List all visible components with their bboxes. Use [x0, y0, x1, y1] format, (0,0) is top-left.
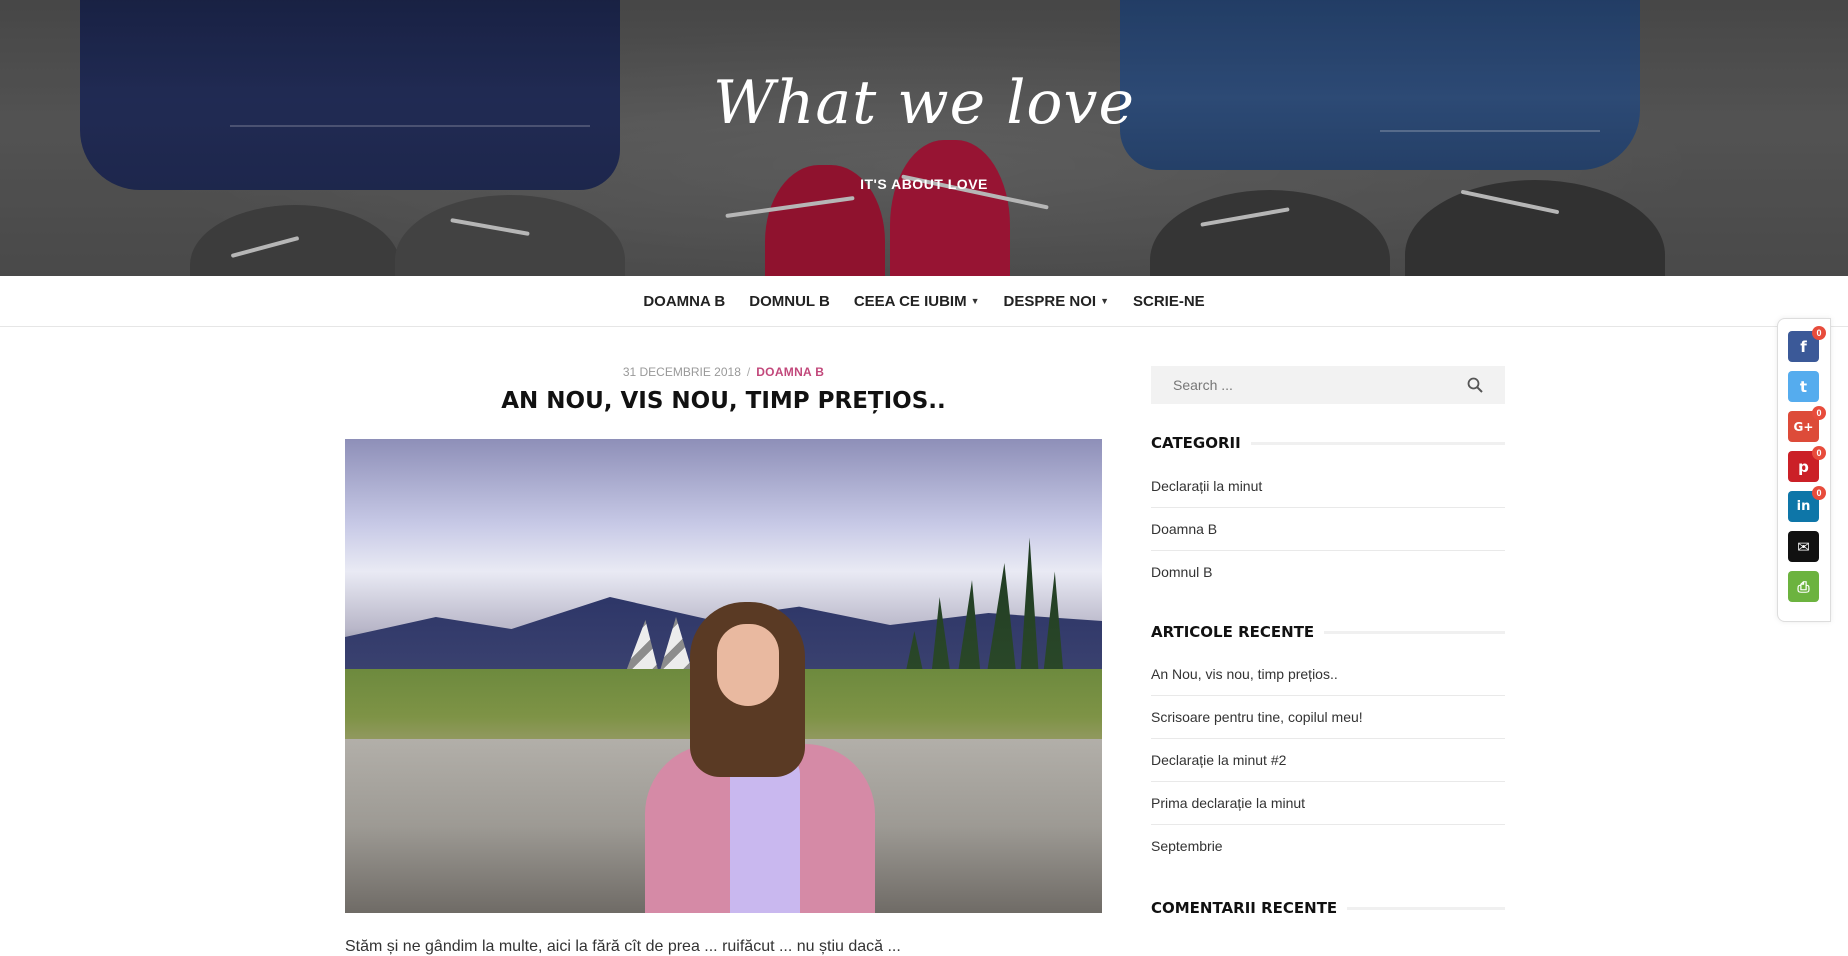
share-count-badge: 0 — [1812, 406, 1826, 420]
widget-title-recent-comments: COMENTARII RECENTE — [1151, 899, 1505, 917]
category-link[interactable]: Domnul B — [1151, 551, 1505, 593]
nav-item-label: DESPRE NOI — [1003, 292, 1097, 310]
share-linkedin-button[interactable]: in 0 — [1788, 486, 1826, 522]
twitter-icon: t — [1799, 377, 1808, 396]
search-icon[interactable] — [1467, 377, 1483, 393]
google-plus-icon: G+ — [1793, 419, 1814, 434]
post-meta: 31 DECEMBRIE 2018 / DOAMNA B — [345, 365, 1102, 379]
share-count-badge: 0 — [1812, 446, 1826, 460]
chevron-down-icon: ▼ — [970, 296, 980, 306]
post-featured-image[interactable] — [345, 439, 1102, 913]
category-link[interactable]: Doamna B — [1151, 508, 1505, 551]
share-pinterest-button[interactable]: p 0 — [1788, 446, 1826, 482]
hero-header: What we love IT'S ABOUT LOVE — [0, 0, 1848, 276]
nav-item-despre-noi[interactable]: DESPRE NOI ▼ — [1004, 293, 1109, 310]
widget-title-recent-posts: ARTICOLE RECENTE — [1151, 623, 1505, 641]
nav-item-ceea-ce-iubim[interactable]: CEEA CE IUBIM ▼ — [854, 293, 980, 310]
main-navigation: DOAMNA B DOMNUL B CEEA CE IUBIM ▼ DESPRE… — [0, 276, 1848, 327]
recent-post-link[interactable]: Declarație la minut #2 — [1151, 739, 1505, 782]
widget-title-rule — [1347, 906, 1505, 910]
post-excerpt: Stăm și ne gândim la multe, aici la fără… — [345, 938, 901, 955]
meta-separator: / — [746, 365, 751, 379]
widget-title-categories: CATEGORII — [1151, 434, 1505, 452]
chevron-down-icon: ▼ — [1100, 296, 1109, 306]
recent-post-link[interactable]: An Nou, vis nou, timp prețios.. — [1151, 653, 1505, 696]
recent-posts-list: An Nou, vis nou, timp prețios.. Scrisoar… — [1151, 653, 1505, 867]
nav-item-label: SCRIE-NE — [1132, 292, 1205, 310]
search-form — [1151, 366, 1505, 404]
image-person-face — [717, 624, 779, 706]
category-link[interactable]: Declarații la minut — [1151, 465, 1505, 508]
widget-title-rule — [1324, 630, 1505, 634]
nav-item-scrie-ne[interactable]: SCRIE-NE — [1133, 293, 1205, 310]
site-tagline: IT'S ABOUT LOVE — [860, 176, 988, 192]
post-title[interactable]: AN NOU, VIS NOU, TIMP PREȚIOS.. — [345, 388, 1102, 414]
pinterest-icon: p — [1798, 457, 1809, 476]
share-print-button[interactable]: ⎙ — [1788, 571, 1819, 602]
post-category-link[interactable]: DOAMNA B — [756, 365, 824, 379]
recent-post-link[interactable]: Septembrie — [1151, 825, 1505, 867]
share-facebook-button[interactable]: f 0 — [1788, 326, 1826, 362]
image-person-shirt — [730, 754, 800, 913]
site-title[interactable]: What we love — [0, 68, 1848, 138]
social-share-bar: f 0 t G+ 0 p 0 in 0 ✉ ⎙ — [1777, 318, 1831, 622]
share-count-badge: 0 — [1812, 486, 1826, 500]
share-count-badge: 0 — [1812, 326, 1826, 340]
search-input[interactable] — [1171, 376, 1465, 394]
widget-title-text: CATEGORII — [1151, 434, 1241, 452]
nav-item-domnul-b[interactable]: DOMNUL B — [749, 293, 830, 310]
nav-item-doamna-b[interactable]: DOAMNA B — [643, 293, 725, 310]
nav-item-label: CEEA CE IUBIM — [853, 292, 967, 310]
print-icon: ⎙ — [1797, 577, 1810, 596]
share-google-plus-button[interactable]: G+ 0 — [1788, 406, 1826, 442]
nav-item-label: DOMNUL B — [749, 292, 830, 310]
hero-overlay — [0, 0, 1848, 276]
share-twitter-button[interactable]: t — [1788, 371, 1819, 402]
categories-list: Declarații la minut Doamna B Domnul B — [1151, 465, 1505, 593]
widget-title-rule — [1250, 441, 1505, 445]
recent-post-link[interactable]: Scrisoare pentru tine, copilul meu! — [1151, 696, 1505, 739]
email-icon: ✉ — [1797, 537, 1810, 556]
recent-post-link[interactable]: Prima declarație la minut — [1151, 782, 1505, 825]
widget-title-text: COMENTARII RECENTE — [1151, 899, 1338, 917]
facebook-icon: f — [1800, 337, 1807, 356]
share-email-button[interactable]: ✉ — [1788, 531, 1819, 562]
post-date[interactable]: 31 DECEMBRIE 2018 — [623, 365, 741, 379]
widget-title-text: ARTICOLE RECENTE — [1151, 623, 1315, 641]
nav-item-label: DOAMNA B — [643, 292, 726, 310]
linkedin-icon: in — [1796, 499, 1811, 514]
